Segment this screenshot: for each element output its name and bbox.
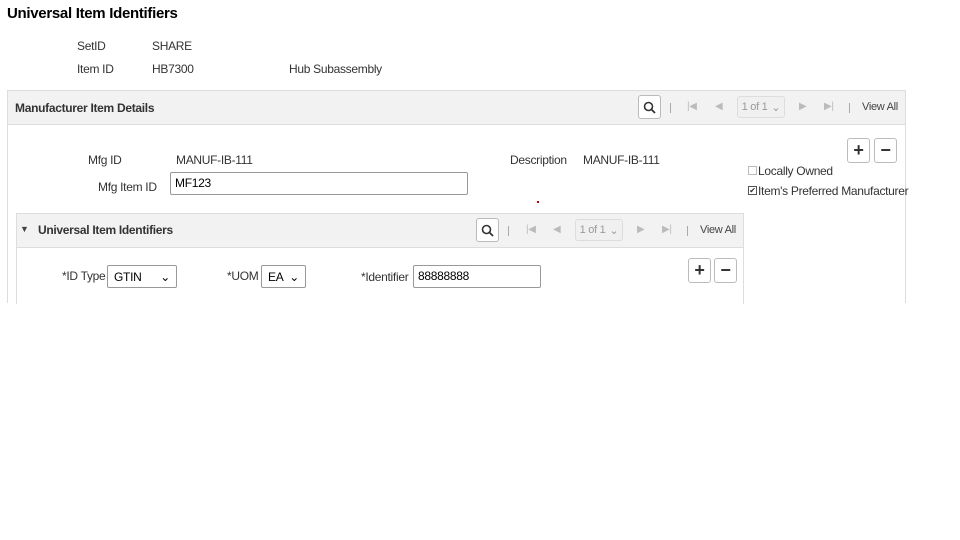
item-description: Hub Subassembly: [289, 62, 382, 76]
manufacturer-header: Manufacturer Item Details |◀ ◀ 1 of 1 ⌄ ▶…: [8, 91, 905, 125]
chevron-down-icon: ⌄: [771, 101, 781, 114]
locally-owned-label: Locally Owned: [758, 164, 833, 178]
first-page-icon[interactable]: |◀: [687, 101, 697, 112]
manufacturer-section: Manufacturer Item Details |◀ ◀ 1 of 1 ⌄ ▶…: [7, 90, 909, 304]
previous-page-icon[interactable]: ◀: [715, 101, 723, 112]
id-type-value: GTIN: [114, 269, 142, 284]
last-page-icon[interactable]: ▶|: [824, 101, 834, 112]
collapse-triangle-icon[interactable]: ▼: [20, 224, 29, 234]
uii-section: ▼ Universal Item Identifiers |◀ ◀ 1 of 1…: [16, 213, 744, 304]
delete-row-button[interactable]: −: [714, 258, 737, 283]
divider: [687, 226, 688, 236]
mfg-id-value: MANUF-IB-111: [176, 153, 253, 167]
id-type-label: *ID Type: [62, 269, 106, 283]
preferred-manufacturer-label: Item's Preferred Manufacturer: [758, 184, 909, 198]
page-select[interactable]: 1 of 1 ⌄: [575, 219, 623, 241]
search-icon: [643, 101, 656, 114]
page-select-value: 1 of 1: [741, 101, 768, 113]
delete-row-button[interactable]: −: [874, 138, 897, 163]
uom-label: *UOM: [227, 269, 259, 283]
id-type-select[interactable]: GTIN ⌄: [107, 265, 177, 288]
description-value: MANUF-IB-111: [583, 153, 660, 167]
uom-select[interactable]: EA ⌄: [261, 265, 306, 288]
view-all-link[interactable]: View All: [862, 101, 898, 113]
mfg-item-id-label: Mfg Item ID: [98, 180, 157, 194]
next-page-icon[interactable]: ▶: [637, 224, 645, 235]
uii-header: ▼ Universal Item Identifiers |◀ ◀ 1 of 1…: [17, 214, 743, 248]
setid-value: SHARE: [152, 39, 192, 53]
page-select-value: 1 of 1: [579, 224, 606, 236]
search-button[interactable]: [476, 218, 499, 242]
locally-owned-checkbox[interactable]: [748, 166, 757, 175]
chevron-down-icon: ⌄: [609, 224, 619, 237]
last-page-icon[interactable]: ▶|: [662, 224, 672, 235]
section-title: Manufacturer Item Details: [15, 101, 155, 115]
view-all-link[interactable]: View All: [700, 224, 736, 236]
next-page-icon[interactable]: ▶: [799, 101, 807, 112]
mfg-item-id-input[interactable]: MF123: [170, 172, 468, 195]
identifier-input[interactable]: 88888888: [413, 265, 541, 288]
itemid-label: Item ID: [77, 62, 114, 76]
divider: [849, 103, 850, 113]
add-row-button[interactable]: +: [688, 258, 711, 283]
chevron-down-icon: ⌄: [160, 269, 170, 284]
first-page-icon[interactable]: |◀: [526, 224, 536, 235]
divider: [508, 226, 509, 236]
divider: [670, 103, 671, 113]
section-title: Universal Item Identifiers: [38, 223, 173, 237]
previous-page-icon[interactable]: ◀: [553, 224, 561, 235]
preferred-manufacturer-checkbox[interactable]: ✔: [748, 186, 757, 195]
identifier-label: *Identifier: [361, 270, 409, 284]
add-row-button[interactable]: +: [847, 138, 870, 163]
setid-label: SetID: [77, 39, 106, 53]
itemid-value: HB7300: [152, 62, 194, 76]
description-label: Description: [510, 153, 567, 167]
search-icon: [481, 224, 494, 237]
page-select[interactable]: 1 of 1 ⌄: [737, 96, 785, 118]
marker-dot: [537, 201, 539, 203]
chevron-down-icon: ⌄: [289, 269, 299, 284]
mfg-id-label: Mfg ID: [88, 153, 122, 167]
search-button[interactable]: [638, 95, 661, 119]
page-title: Universal Item Identifiers: [7, 5, 178, 22]
uom-value: EA: [268, 269, 284, 284]
